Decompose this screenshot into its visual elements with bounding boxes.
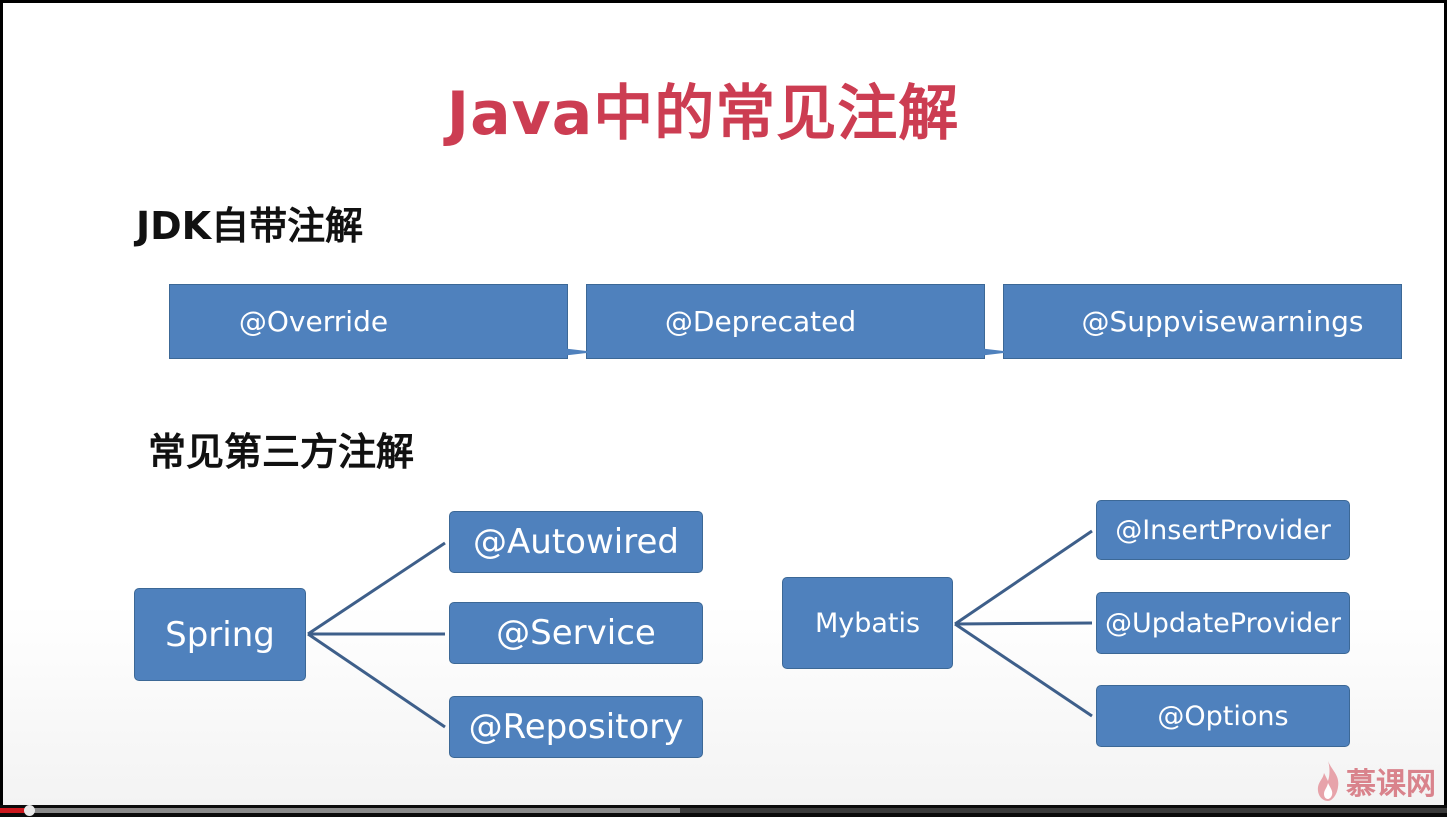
- flame-logo-icon: [1317, 761, 1339, 801]
- spring-autowired-line: [307, 541, 446, 636]
- progress-scrubber-handle[interactable]: [23, 805, 35, 816]
- mybatis-insertprovider-line: [954, 529, 1093, 626]
- progress-buffer: [0, 808, 681, 813]
- watermark-text: 慕课网: [1346, 767, 1436, 802]
- tree-connectors: [307, 529, 1093, 729]
- mybatis-options-line: [954, 622, 1093, 718]
- mybatis-updateprovider-line: [954, 621, 1093, 626]
- spring-repository-line: [307, 632, 446, 729]
- slide: Java中的常见注解 JDK自带注解 @Override @Deprecated…: [3, 3, 1444, 805]
- imooc-watermark: 慕课网: [1314, 759, 1436, 803]
- video-player-bar: [0, 805, 1447, 817]
